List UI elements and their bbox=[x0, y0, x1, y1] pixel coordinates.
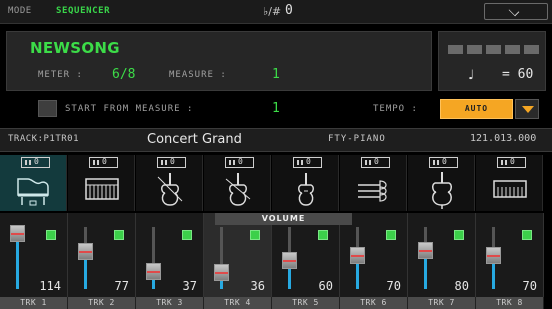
midi-header: 0 bbox=[293, 157, 322, 168]
volume-fader-knob[interactable] bbox=[146, 263, 161, 280]
start-from-measure-value[interactable]: 1 bbox=[272, 101, 280, 116]
mode-label: MODE bbox=[8, 6, 32, 16]
volume-value: 37 bbox=[182, 279, 197, 293]
beat-indicator bbox=[448, 45, 463, 54]
volume-value: 70 bbox=[522, 279, 537, 293]
quarter-note-icon: ♩ bbox=[468, 68, 475, 83]
tempo-value[interactable]: = 60 bbox=[502, 67, 533, 82]
beat-indicator bbox=[486, 45, 501, 54]
track-label[interactable]: TRK 1 bbox=[0, 297, 68, 309]
measure-label: MEASURE : bbox=[169, 70, 227, 80]
track-tile-7[interactable]: 0 bbox=[408, 155, 475, 211]
track-tile-4[interactable]: 0 bbox=[204, 155, 271, 211]
track-tile-6[interactable]: 0 bbox=[340, 155, 407, 211]
play-status-led[interactable] bbox=[454, 230, 464, 240]
channel-strip-5[interactable]: 60 bbox=[272, 213, 340, 297]
program-change: 121.013.000 bbox=[470, 133, 537, 144]
play-status-led[interactable] bbox=[250, 230, 260, 240]
track-label[interactable]: TRK 2 bbox=[68, 297, 136, 309]
sound-bank: FTY-PIANO bbox=[328, 134, 386, 144]
channel-strip-8[interactable]: 70 bbox=[476, 213, 544, 297]
tempo-mode-label: TEMPO : bbox=[373, 104, 418, 114]
volume-fader-knob[interactable] bbox=[282, 252, 297, 269]
violin-icon bbox=[157, 173, 183, 206]
track-label[interactable]: TRK 8 bbox=[476, 297, 544, 309]
volume-value: 80 bbox=[454, 279, 469, 293]
track-name: TRACK:P1TR01 bbox=[8, 134, 80, 144]
channel-strip-4[interactable]: 36 bbox=[204, 213, 272, 297]
volume-fader-knob[interactable] bbox=[78, 243, 93, 260]
volume-value: 77 bbox=[114, 279, 129, 293]
page-menu-button[interactable] bbox=[484, 3, 548, 20]
volume-fader-knob[interactable] bbox=[418, 242, 433, 259]
volume-section-label: VOLUME bbox=[215, 213, 352, 225]
track-tile-8[interactable]: 0 bbox=[476, 155, 543, 211]
play-status-led[interactable] bbox=[386, 230, 396, 240]
volume-fader-knob[interactable] bbox=[10, 225, 25, 242]
cello-icon bbox=[432, 172, 452, 209]
keyboard-icon bbox=[85, 178, 119, 200]
tempo-mode-dropdown-icon[interactable] bbox=[515, 99, 539, 119]
volume-value: 36 bbox=[250, 279, 265, 293]
play-status-led[interactable] bbox=[46, 230, 56, 240]
mode-value: SEQUENCER bbox=[56, 6, 111, 16]
viola-icon bbox=[298, 173, 314, 206]
midi-header: 0 bbox=[361, 157, 390, 168]
midi-header: 0 bbox=[157, 157, 186, 168]
transpose-value[interactable]: 0 bbox=[285, 3, 293, 18]
channel-strip-6[interactable]: 70 bbox=[340, 213, 408, 297]
track-label[interactable]: TRK 6 bbox=[340, 297, 408, 309]
play-status-led[interactable] bbox=[182, 230, 192, 240]
tempo-mode-select[interactable]: AUTO bbox=[440, 99, 513, 119]
channel-strip-7[interactable]: 80 bbox=[408, 213, 476, 297]
string-section-icon bbox=[358, 180, 387, 202]
keyboard-icon bbox=[493, 180, 527, 198]
volume-fader-knob[interactable] bbox=[214, 264, 229, 281]
play-status-led[interactable] bbox=[522, 230, 532, 240]
meter-label: METER : bbox=[38, 70, 83, 80]
channel-strip-2[interactable]: 77 bbox=[68, 213, 136, 297]
volume-value: 114 bbox=[39, 279, 61, 293]
track-label[interactable]: TRK 7 bbox=[408, 297, 476, 309]
play-status-led[interactable] bbox=[318, 230, 328, 240]
channel-strip-1[interactable]: 114 bbox=[0, 213, 68, 297]
volume-value: 70 bbox=[386, 279, 401, 293]
sound-name[interactable]: Concert Grand bbox=[147, 132, 242, 147]
beat-indicator bbox=[467, 45, 482, 54]
track-tile-3[interactable]: 0 bbox=[136, 155, 203, 211]
track-label[interactable]: TRK 3 bbox=[136, 297, 204, 309]
midi-header: 0 bbox=[89, 157, 118, 168]
beat-indicator bbox=[505, 45, 520, 54]
track-label[interactable]: TRK 5 bbox=[272, 297, 340, 309]
meter-value[interactable]: 6/8 bbox=[112, 67, 135, 82]
midi-header: 0 bbox=[497, 157, 526, 168]
violin-icon bbox=[225, 173, 251, 206]
start-from-measure-checkbox[interactable] bbox=[38, 100, 57, 117]
midi-header: 0 bbox=[21, 157, 50, 168]
transpose-label: ♭/# bbox=[263, 5, 282, 18]
chevron-down-icon bbox=[508, 5, 520, 17]
midi-header: 0 bbox=[429, 157, 458, 168]
tempo-panel[interactable] bbox=[438, 31, 546, 91]
start-from-measure-label: START FROM MEASURE : bbox=[65, 104, 194, 114]
top-bar: MODE SEQUENCER ♭/# 0 bbox=[0, 0, 552, 24]
volume-value: 60 bbox=[318, 279, 333, 293]
midi-header: 0 bbox=[225, 157, 254, 168]
grand-piano-icon bbox=[17, 178, 49, 206]
track-tile-2[interactable]: 0 bbox=[68, 155, 135, 211]
song-name[interactable]: NEWSONG bbox=[30, 39, 120, 57]
volume-fader-knob[interactable] bbox=[486, 247, 501, 264]
measure-value[interactable]: 1 bbox=[272, 67, 280, 82]
volume-fader-knob[interactable] bbox=[350, 247, 365, 264]
track-tile-1[interactable]: 0 bbox=[0, 155, 67, 211]
track-tile-5[interactable]: 0 bbox=[272, 155, 339, 211]
track-label[interactable]: TRK 4 bbox=[204, 297, 272, 309]
play-status-led[interactable] bbox=[114, 230, 124, 240]
beat-indicator bbox=[524, 45, 539, 54]
channel-strip-3[interactable]: 37 bbox=[136, 213, 204, 297]
